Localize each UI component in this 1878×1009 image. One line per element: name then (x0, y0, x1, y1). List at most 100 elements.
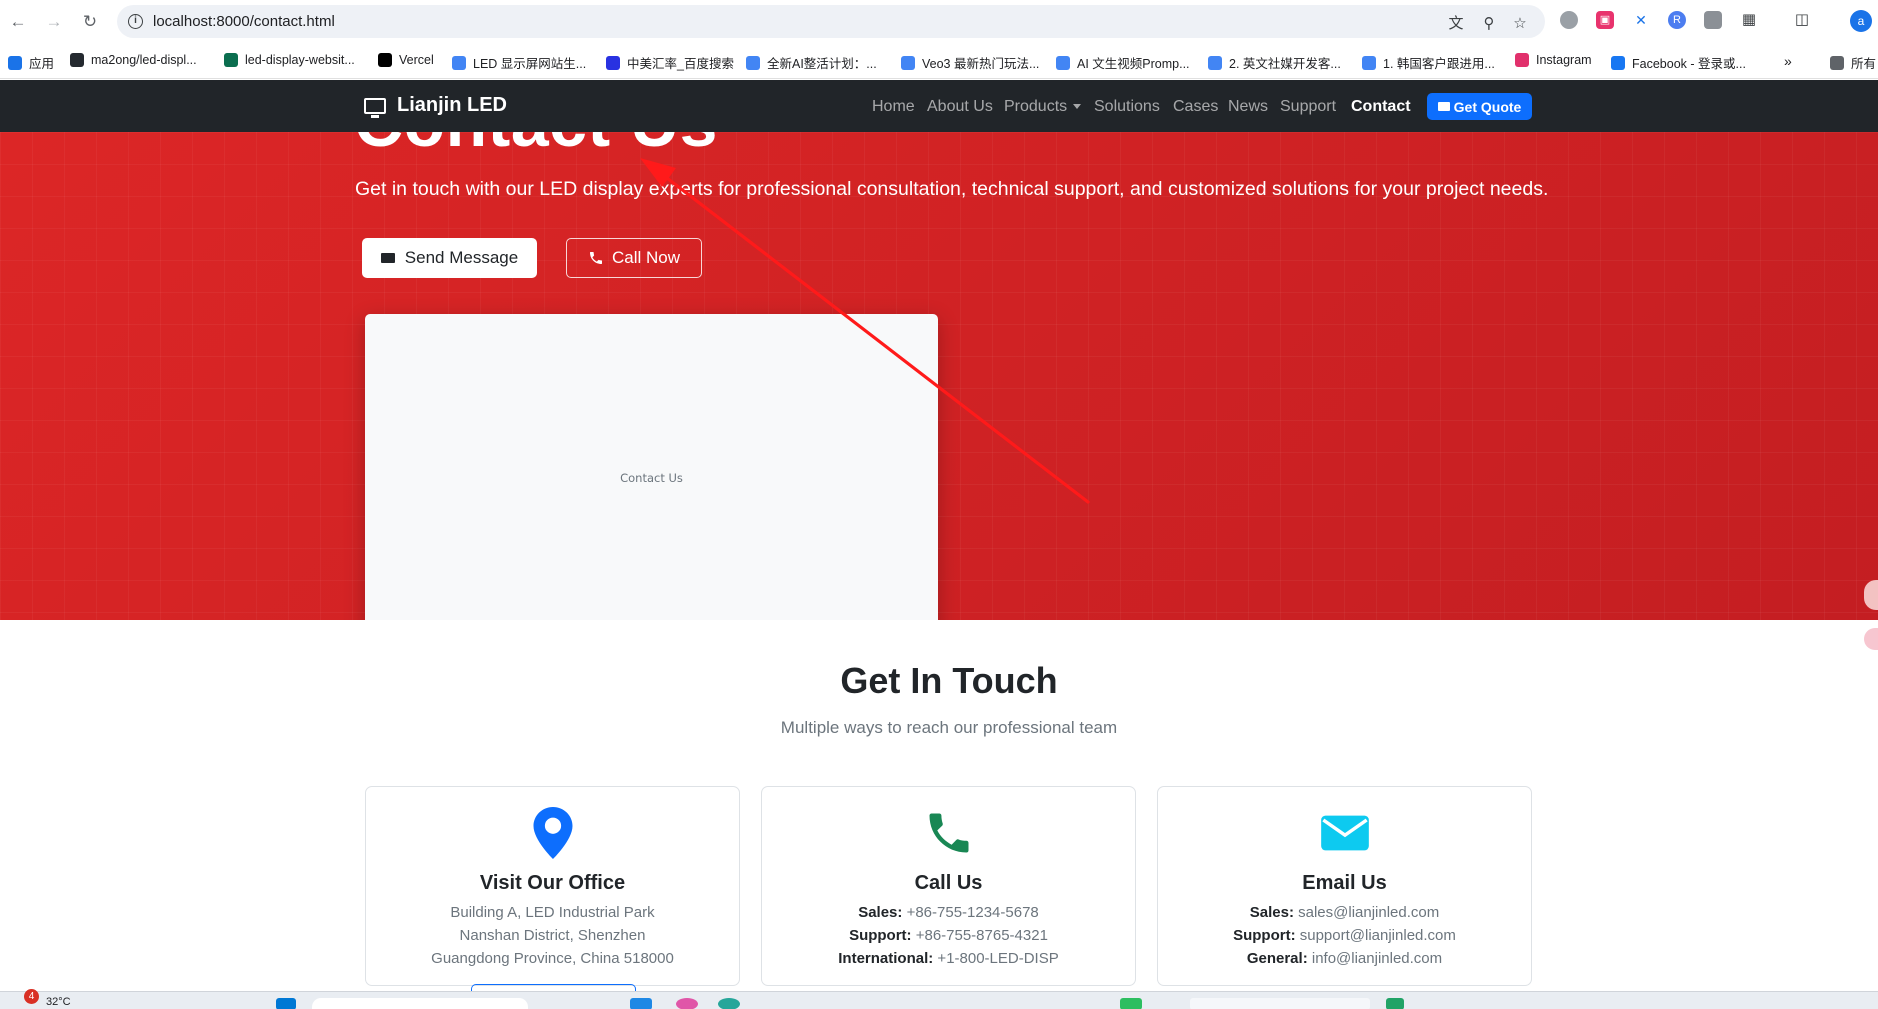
send-message-label: Send Message (404, 248, 519, 267)
bookmark-favicon-icon (452, 55, 466, 70)
bookmark-favicon-icon (378, 53, 392, 67)
site-info-icon[interactable]: i (128, 14, 143, 29)
nav-cases[interactable]: Cases (1173, 98, 1218, 116)
back-icon[interactable]: ← (4, 8, 32, 36)
bookmark-item[interactable]: Instagram (1515, 53, 1592, 67)
address-line: Building A, LED Industrial Park (450, 904, 655, 921)
start-icon[interactable] (276, 998, 296, 1009)
bookmark-favicon-icon (606, 55, 620, 70)
nav-home[interactable]: Home (872, 98, 915, 116)
reload-icon[interactable]: ↻ (76, 8, 104, 36)
nav-about[interactable]: About Us (927, 98, 993, 116)
bookmark-label: ma2ong/led-displ... (91, 53, 197, 67)
floating-widget[interactable] (1864, 628, 1878, 650)
browser-toolbar: ← → ↻ i localhost:8000/contact.html 文 ⚲ … (0, 0, 1878, 44)
profile-avatar[interactable]: a (1850, 10, 1872, 32)
call-now-button[interactable]: Call Now (566, 238, 702, 278)
taskbar-app-icon[interactable] (1386, 998, 1404, 1009)
extension-icon[interactable] (1560, 11, 1578, 29)
extensions-puzzle-icon[interactable]: ▦ (1740, 11, 1758, 29)
bookmark-item[interactable]: Veo3 最新热门玩法... (901, 53, 1039, 72)
bookmark-item[interactable]: AI 文生视频Promp... (1056, 53, 1190, 72)
hero-image-placeholder: Contact Us (365, 314, 938, 620)
bookmark-item[interactable]: led-display-websit... (224, 53, 355, 67)
section-title: Get In Touch (840, 660, 1058, 701)
card-title: Visit Our Office (479, 872, 626, 894)
nav-support[interactable]: Support (1280, 98, 1336, 116)
address-bar[interactable]: i localhost:8000/contact.html 文 ⚲ ☆ (117, 5, 1545, 38)
bookmarks-overflow-icon[interactable]: » (1784, 53, 1792, 69)
nav-products[interactable]: Products (1004, 98, 1082, 116)
get-quote-button[interactable]: Get Quote (1427, 93, 1532, 120)
office-card: Visit Our Office Building A, LED Industr… (365, 786, 740, 994)
card-title: Email Us (1302, 872, 1387, 894)
email-address[interactable]: info@lianjinled.com (1308, 950, 1442, 967)
bookmark-star-icon[interactable]: ☆ (1511, 15, 1529, 33)
phone-number[interactable]: +1-800-LED-DISP (933, 950, 1058, 967)
line-key: Sales: (858, 904, 903, 921)
bookmark-label: Facebook - 登录或... (1632, 57, 1746, 71)
bookmark-label: AI 文生视频Promp... (1077, 57, 1190, 71)
nav-products-label: Products (1004, 98, 1068, 115)
bookmark-item[interactable]: ma2ong/led-displ... (70, 53, 197, 67)
extension-icon[interactable]: ▣ (1596, 11, 1614, 29)
bookmark-item[interactable]: LED 显示屏网站生... (452, 53, 586, 72)
bookmark-label: Vercel (399, 53, 434, 67)
phone-icon (762, 807, 1135, 859)
map-pin-icon (366, 807, 739, 859)
bookmark-favicon-icon (1611, 55, 1625, 70)
taskbar-app-icon[interactable] (676, 998, 698, 1009)
site-navbar: Lianjin LED Home About Us Products Solut… (0, 80, 1878, 132)
bookmark-favicon-icon (901, 55, 915, 70)
os-taskbar: 4 32°C (0, 989, 1878, 1009)
nav-solutions[interactable]: Solutions (1094, 98, 1160, 116)
translate-icon[interactable]: 文 (1447, 15, 1465, 33)
bookmark-label: 中美汇率_百度搜索 (627, 57, 734, 71)
bookmark-favicon-icon (1056, 55, 1070, 70)
brand[interactable]: Lianjin LED (364, 94, 507, 118)
zoom-icon[interactable]: ⚲ (1480, 15, 1498, 33)
bookmark-item[interactable]: 所有 (1830, 53, 1876, 72)
bookmark-item[interactable]: 1. 韩国客户跟进用... (1362, 53, 1495, 72)
taskbar-app-icon[interactable] (630, 998, 652, 1009)
floating-widget[interactable] (1864, 580, 1878, 610)
hero-section: Contact Us Get in touch with our LED dis… (0, 132, 1878, 620)
email-card: Email Us Sales: sales@lianjinled.com Sup… (1157, 786, 1532, 986)
email-address[interactable]: support@lianjinled.com (1296, 927, 1456, 944)
bookmark-item[interactable]: Facebook - 登录或... (1611, 53, 1746, 72)
phone-number[interactable]: +86-755-1234-5678 (902, 904, 1039, 921)
phone-line: International: +1-800-LED-DISP (762, 950, 1135, 967)
taskbar-app-icon[interactable] (718, 998, 740, 1009)
camera-icon[interactable] (1704, 11, 1722, 29)
bookmark-label: Instagram (1536, 53, 1592, 67)
phone-line: Support: +86-755-8765-4321 (762, 927, 1135, 944)
bookmark-item[interactable]: Vercel (378, 53, 434, 67)
bookmark-item[interactable]: 中美汇率_百度搜索 (606, 53, 734, 72)
bookmark-label: LED 显示屏网站生... (473, 57, 587, 71)
forward-icon[interactable]: → (40, 8, 68, 36)
taskbar-app-icon[interactable] (1190, 998, 1370, 1009)
bookmark-item[interactable]: 全新AI整活计划：... (746, 53, 877, 72)
taskbar-search[interactable] (312, 998, 528, 1009)
email-line: Support: support@lianjinled.com (1158, 927, 1531, 944)
bookmark-label: 全新AI整活计划：... (767, 57, 877, 71)
extension-icon[interactable]: R (1668, 11, 1686, 29)
bookmark-favicon-icon (1362, 55, 1376, 70)
extension-icon[interactable]: ✕ (1632, 11, 1650, 29)
call-card: Call Us Sales: +86-755-1234-5678 Support… (761, 786, 1136, 986)
nav-news[interactable]: News (1228, 98, 1268, 116)
bookmark-label: 2. 英文社媒开发客... (1229, 57, 1341, 71)
phone-number[interactable]: +86-755-8765-4321 (912, 927, 1048, 944)
url-text[interactable]: localhost:8000/contact.html (153, 13, 335, 30)
envelope-icon (380, 253, 395, 263)
bookmark-item[interactable]: 2. 英文社媒开发客... (1208, 53, 1341, 72)
bookmark-favicon-icon (70, 53, 84, 67)
bookmark-item[interactable]: 应用 (8, 53, 54, 72)
send-message-button[interactable]: Send Message (362, 238, 537, 278)
email-address[interactable]: sales@lianjinled.com (1294, 904, 1439, 921)
taskbar-app-icon[interactable] (1120, 998, 1142, 1009)
tab-search-icon[interactable]: ◫ (1793, 11, 1811, 29)
bookmark-favicon-icon (1830, 55, 1844, 70)
phone-icon (589, 252, 602, 264)
nav-contact[interactable]: Contact (1351, 98, 1411, 116)
